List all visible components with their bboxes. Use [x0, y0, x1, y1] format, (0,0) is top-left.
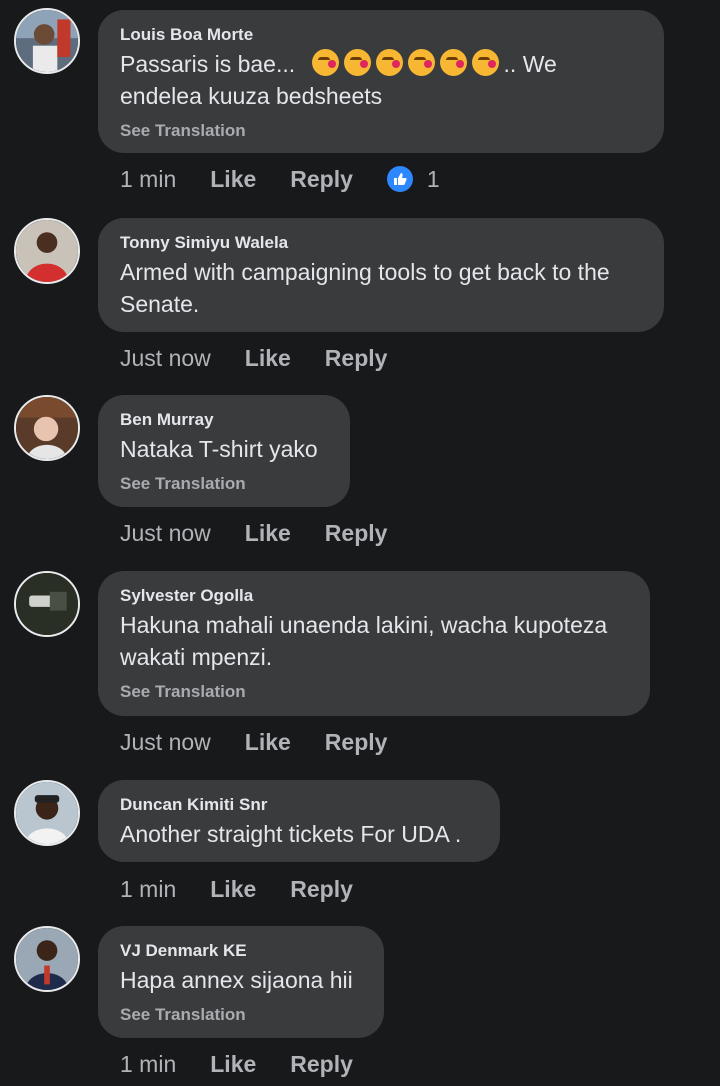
avatar[interactable] [14, 571, 80, 637]
avatar[interactable] [14, 8, 80, 74]
avatar[interactable] [14, 780, 80, 846]
comment-actions: Just now Like Reply [120, 727, 421, 757]
comment-actions: Just now Like Reply [120, 518, 421, 548]
comment-author[interactable]: Louis Boa Morte [120, 24, 642, 46]
comment-author[interactable]: Sylvester Ogolla [120, 585, 628, 607]
comment-bubble: Duncan Kimiti Snr Another straight ticke… [98, 780, 500, 862]
comment-time[interactable]: Just now [120, 518, 211, 548]
comment-text: Hakuna mahali unaenda lakini, wacha kupo… [120, 612, 608, 670]
comment-text: Another straight tickets For UDA . [120, 821, 462, 847]
comment-actions: Just now Like Reply [120, 343, 421, 373]
comment-author[interactable]: Duncan Kimiti Snr [120, 794, 478, 816]
comment-text: Armed with campaigning tools to get back… [120, 259, 610, 317]
avatar[interactable] [14, 395, 80, 461]
like-button[interactable]: Like [245, 518, 291, 548]
like-button[interactable]: Like [245, 727, 291, 757]
reply-button[interactable]: Reply [290, 874, 353, 904]
see-translation-link[interactable]: See Translation [120, 120, 642, 142]
comment-author[interactable]: VJ Denmark KE [120, 940, 362, 962]
comment-bubble: Ben Murray Nataka T-shirt yako See Trans… [98, 395, 350, 507]
thumbs-up-icon [386, 166, 413, 192]
reply-button[interactable]: Reply [290, 1049, 353, 1079]
kissing-face-emoji-icon [311, 49, 504, 77]
comment-author[interactable]: Ben Murray [120, 409, 328, 431]
comment-bubble: Sylvester Ogolla Hakuna mahali unaenda l… [98, 571, 650, 716]
reply-button[interactable]: Reply [290, 164, 353, 194]
like-button[interactable]: Like [210, 874, 256, 904]
comment-text: Passaris is bae... .. We endelea kuuza b… [120, 48, 642, 112]
see-translation-link[interactable]: See Translation [120, 1004, 362, 1026]
comment-bubble: VJ Denmark KE Hapa annex sijaona hii See… [98, 926, 384, 1038]
see-translation-link[interactable]: See Translation [120, 473, 328, 495]
reply-button[interactable]: Reply [325, 518, 388, 548]
reply-button[interactable]: Reply [325, 727, 388, 757]
comment-text: Hapa annex sijaona hii [120, 967, 353, 993]
comment-time[interactable]: 1 min [120, 1049, 176, 1079]
like-button[interactable]: Like [245, 343, 291, 373]
comment-author[interactable]: Tonny Simiyu Walela [120, 232, 642, 254]
like-button[interactable]: Like [210, 1049, 256, 1079]
comment-time[interactable]: Just now [120, 727, 211, 757]
reaction-count: 1 [426, 166, 440, 192]
like-button[interactable]: Like [210, 164, 256, 194]
comment-time[interactable]: 1 min [120, 874, 176, 904]
reaction-summary[interactable]: 1 [386, 164, 440, 194]
avatar[interactable] [14, 218, 80, 284]
comment-actions: 1 min Like Reply 1 [120, 164, 440, 194]
comment-text-part: Passaris is bae... [120, 51, 296, 77]
reply-button[interactable]: Reply [325, 343, 388, 373]
comment-actions: 1 min Like Reply [120, 874, 387, 904]
comment-text: Nataka T-shirt yako [120, 436, 318, 462]
comment-bubble: Louis Boa Morte Passaris is bae... .. We… [98, 10, 664, 153]
comment-actions: 1 min Like Reply [120, 1049, 387, 1079]
avatar[interactable] [14, 926, 80, 992]
see-translation-link[interactable]: See Translation [120, 681, 628, 703]
comment-time[interactable]: Just now [120, 343, 211, 373]
comment-bubble: Tonny Simiyu Walela Armed with campaigni… [98, 218, 664, 332]
comment-time[interactable]: 1 min [120, 164, 176, 194]
